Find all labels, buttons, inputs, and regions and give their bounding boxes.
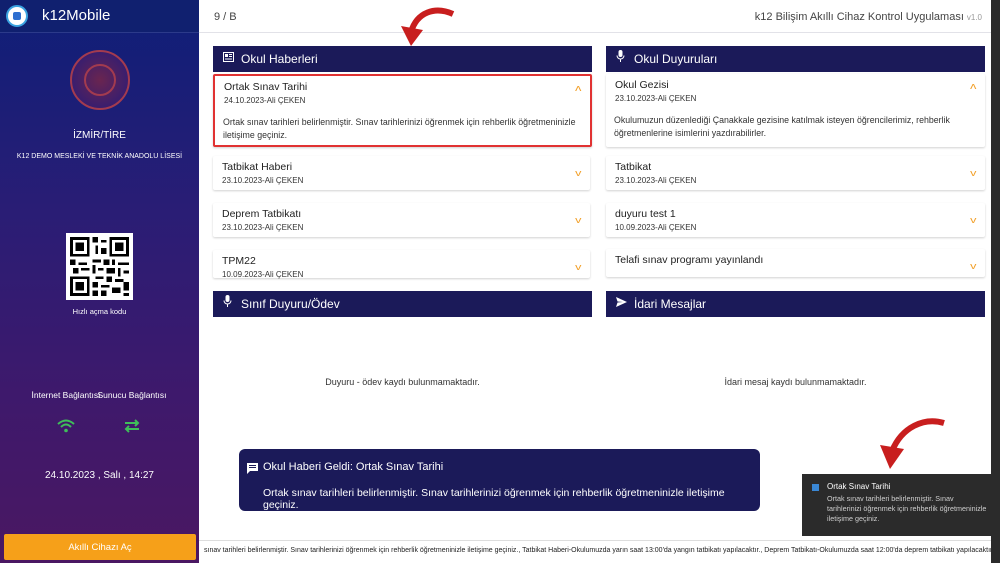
announcement-item[interactable]: Tatbikat 23.10.2023-Ali ÇEKEN v: [606, 156, 985, 190]
news-ticker: sınav tarihleri belirlenmiştir. Sınav ta…: [199, 540, 998, 563]
message-icon: [247, 463, 258, 477]
chevron-down-icon[interactable]: v: [575, 215, 581, 225]
system-toast[interactable]: Ortak Sınav Tarihi Ortak sınav tarihleri…: [802, 474, 991, 536]
class-label: 9 / B: [214, 11, 237, 23]
announcement-item-title: Okul Gezisi: [615, 79, 669, 91]
qr-code-icon: [66, 233, 133, 300]
app-icon: [812, 484, 819, 491]
announcement-item-title: duyuru test 1: [615, 208, 676, 220]
announcement-item-meta: 23.10.2023-Ali ÇEKEN: [615, 176, 697, 185]
microphone-icon: [616, 46, 625, 72]
unlock-device-button[interactable]: Akıllı Cihazı Aç: [4, 534, 196, 560]
news-panel-title: Okul Haberleri: [241, 52, 318, 66]
newspaper-icon: [223, 46, 234, 72]
announcements-panel-header: Okul Duyuruları: [606, 46, 985, 72]
chevron-down-icon[interactable]: v: [970, 168, 976, 178]
app-version: v1.0: [966, 13, 982, 22]
news-item[interactable]: Tatbikat Haberi 23.10.2023-Ali ÇEKEN v: [213, 156, 590, 190]
notification-banner[interactable]: Okul Haberi Geldi: Ortak Sınav Tarihi Or…: [239, 449, 760, 511]
sidebar-header: k12Mobile: [0, 0, 199, 33]
news-panel-header: Okul Haberleri: [213, 46, 592, 72]
notification-title: Okul Haberi Geldi: Ortak Sınav Tarihi: [263, 461, 444, 473]
announcements-panel-title: Okul Duyuruları: [634, 52, 718, 66]
news-item[interactable]: Ortak Sınav Tarihi 24.10.2023-Ali ÇEKEN …: [213, 74, 592, 147]
chevron-up-icon[interactable]: v: [970, 82, 976, 92]
admin-messages-panel-title: İdari Mesajlar: [634, 297, 707, 311]
wifi-icon: [31, 419, 101, 436]
admin-messages-empty: İdari mesaj kaydı bulunmamaktadır.: [724, 377, 867, 387]
server-status-label: Sunucu Bağlantısı: [97, 390, 167, 400]
news-item-meta: 24.10.2023-Ali ÇEKEN: [224, 96, 306, 105]
news-item[interactable]: Deprem Tatbikatı 23.10.2023-Ali ÇEKEN v: [213, 203, 590, 237]
sync-arrows-icon: [97, 419, 167, 436]
top-bar: 9 / B k12 Bilişim Akıllı Cihaz Kontrol U…: [199, 0, 998, 33]
chevron-up-icon[interactable]: v: [575, 84, 581, 94]
qr-label: Hızlı açma kodu: [72, 307, 127, 316]
app-title: k12 Bilişim Akıllı Cihaz Kontrol Uygulam…: [755, 11, 982, 23]
announcement-item[interactable]: Telafi sınav programı yayınlandı v: [606, 249, 985, 277]
announcement-item-meta: 23.10.2023-Ali ÇEKEN: [615, 94, 697, 103]
class-notices-panel-title: Sınıf Duyuru/Ödev: [241, 297, 340, 311]
date-time: 24.10.2023 , Salı , 14:27: [45, 470, 154, 481]
announcement-item[interactable]: Okul Gezisi 23.10.2023-Ali ÇEKEN v Okulu…: [606, 74, 985, 147]
notification-body: Ortak sınav tarihleri belirlenmiştir. Sı…: [263, 487, 725, 511]
news-item[interactable]: TPM22 10.09.2023-Ali ÇEKEN v: [213, 250, 590, 279]
app-title-text: k12 Bilişim Akıllı Cihaz Kontrol Uygulam…: [754, 11, 964, 23]
class-notices-panel-header: Sınıf Duyuru/Ödev: [213, 291, 592, 317]
chevron-down-icon[interactable]: v: [970, 215, 976, 225]
internet-status-label: İnternet Bağlantısı: [31, 390, 101, 400]
red-arrow-icon: [401, 7, 455, 46]
app-logo-icon: [6, 5, 28, 27]
sidebar: k12Mobile İZMİR/TİRE K12 DEMO MESLEKİ VE…: [0, 0, 199, 563]
microphone-icon: [223, 291, 232, 317]
app-name: k12Mobile: [42, 7, 111, 24]
news-item-meta: 10.09.2023-Ali ÇEKEN: [222, 270, 304, 279]
school-city: İZMİR/TİRE: [73, 130, 126, 141]
announcement-item-meta: 10.09.2023-Ali ÇEKEN: [615, 223, 697, 232]
announcement-item-title: Telafi sınav programı yayınlandı: [615, 254, 764, 266]
news-item-meta: 23.10.2023-Ali ÇEKEN: [222, 223, 304, 232]
class-notices-empty: Duyuru - ödev kaydı bulunmamaktadır.: [325, 377, 480, 387]
news-item-title: Deprem Tatbikatı: [222, 208, 302, 220]
news-item-title: TPM22: [222, 255, 256, 267]
admin-messages-panel-header: İdari Mesajlar: [606, 291, 985, 317]
chevron-down-icon[interactable]: v: [970, 261, 976, 271]
announcement-item[interactable]: duyuru test 1 10.09.2023-Ali ÇEKEN v: [606, 203, 985, 237]
chevron-down-icon[interactable]: v: [575, 262, 581, 272]
school-name: K12 DEMO MESLEKİ VE TEKNİK ANADOLU LİSES…: [16, 153, 183, 160]
send-icon: [616, 291, 627, 317]
red-arrow-icon: [880, 418, 945, 469]
news-item-meta: 23.10.2023-Ali ÇEKEN: [222, 176, 304, 185]
screen: k12Mobile İZMİR/TİRE K12 DEMO MESLEKİ VE…: [0, 0, 1000, 563]
news-item-title: Ortak Sınav Tarihi: [224, 81, 308, 93]
chevron-down-icon[interactable]: v: [575, 168, 581, 178]
news-item-title: Tatbikat Haberi: [222, 161, 293, 173]
ministry-emblem-icon: [70, 50, 130, 110]
toast-title: Ortak Sınav Tarihi: [827, 482, 891, 491]
announcement-item-title: Tatbikat: [615, 161, 652, 173]
news-item-body: Ortak sınav tarihleri belirlenmiştir. Sı…: [223, 117, 576, 140]
announcement-item-body: Okulumuzun düzenlediği Çanakkale gezisin…: [614, 115, 950, 138]
right-edge: [991, 0, 1000, 563]
toast-body: Ortak sınav tarihleri belirlenmiştir. Sı…: [827, 494, 987, 523]
